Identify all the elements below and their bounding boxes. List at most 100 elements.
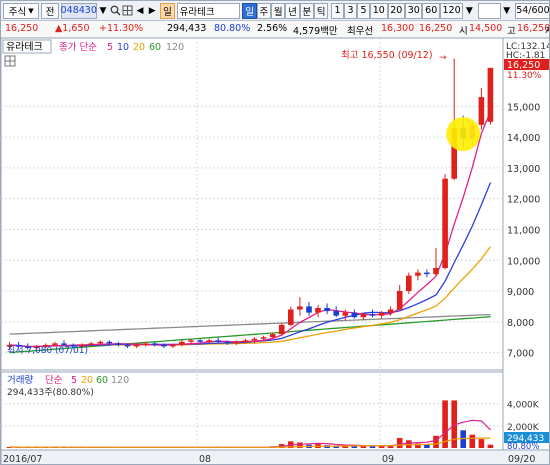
highlight-circle <box>446 117 481 151</box>
tab-period-year[interactable]: 년 <box>285 2 300 19</box>
tab-period-week-label: 주 <box>259 6 269 18</box>
y-axis-label: 11,000 <box>507 225 540 236</box>
candle-body <box>433 268 439 275</box>
tab-period-month[interactable]: 월 <box>271 2 286 19</box>
open-value: 14,500 <box>469 23 503 34</box>
volume-bar <box>469 434 476 448</box>
candle-body <box>378 312 385 316</box>
period-mode-button[interactable]: 일 <box>160 2 175 19</box>
chevron-down-icon: ▼ <box>28 6 34 15</box>
dropdown-icon[interactable]: ▼ <box>463 4 475 17</box>
interval-60-button[interactable]: 60 <box>422 2 440 19</box>
interval-30-label: 30 <box>407 5 420 16</box>
grid-icon[interactable] <box>121 4 133 17</box>
ma-legend-20: 20 <box>133 42 145 53</box>
tab-period-minute-label: 분 <box>302 6 312 18</box>
settings-icon[interactable]: ▼ <box>501 4 513 17</box>
chart-area[interactable]: 15,000 14,000 13,000 12,000 11,000 10,000 9,00… <box>1 37 550 465</box>
y-axis-label: 10,000 <box>507 256 540 267</box>
y-axis-label: 13,000 <box>507 164 540 175</box>
volume-text: 294,433주(80.80%) <box>7 387 94 398</box>
interval-20-button[interactable]: 20 <box>387 2 406 19</box>
candle-body <box>297 306 303 310</box>
y-axis-label: 12,000 <box>507 195 540 206</box>
candle-body <box>478 97 485 125</box>
stock-code-input[interactable]: 048430 <box>60 2 97 19</box>
interval-30-button[interactable]: 30 <box>405 2 423 19</box>
candle-body <box>170 344 176 347</box>
search-icon[interactable] <box>109 4 121 17</box>
y-axis-label: 8,000 <box>507 318 534 329</box>
x-axis-label-end: 09/20 <box>508 454 535 465</box>
tab-period-week[interactable]: 주 <box>256 2 272 19</box>
candle-body <box>61 343 67 345</box>
tab-period-month-label: 월 <box>273 6 283 18</box>
tab-period-day[interactable]: 일 <box>242 2 257 19</box>
chart-svg[interactable]: 15,000 14,000 13,000 12,000 11,000 10,000 9,00… <box>1 37 550 465</box>
interval-5-button[interactable]: 5 <box>357 2 371 19</box>
candle-body <box>487 67 494 122</box>
interval-1-button[interactable]: 1 <box>331 2 345 19</box>
candle-body <box>179 341 185 345</box>
current-volume-pct-tag: 80.80% <box>507 442 539 452</box>
stock-name-value: 유라테크 <box>179 6 215 18</box>
price-panel-title: 유라테크 <box>6 41 43 53</box>
open-label: 시 <box>459 26 468 37</box>
tab-period-tick[interactable]: 틱 <box>313 2 329 19</box>
interval-10-button[interactable]: 10 <box>370 2 388 19</box>
y-axis-label: 14,000 <box>507 133 540 144</box>
current-price-tag: 16,250 <box>507 60 540 71</box>
candle-body <box>215 340 221 342</box>
candle-body <box>342 312 349 316</box>
interval-20-label: 20 <box>390 5 403 16</box>
turnover-pct: 2.56% <box>257 23 288 34</box>
candle-body <box>324 308 330 312</box>
market-select[interactable]: 주식 ▼ <box>3 2 40 19</box>
price-change: ▲1,650 <box>55 23 90 34</box>
candle-body <box>224 341 231 344</box>
candle-body <box>251 338 258 341</box>
arrow-left-icon[interactable]: ◀ <box>134 4 146 17</box>
period-mode-label: 일 <box>163 6 172 18</box>
price-change-pct: +11.30% <box>99 23 144 34</box>
stock-name-field[interactable]: 유라테크 <box>176 2 240 19</box>
x-axis-frame <box>1 449 549 464</box>
candle-body <box>415 272 421 276</box>
volume-ma-legend-120: 120 <box>111 375 129 386</box>
candle-body <box>97 341 104 344</box>
interval-120-button[interactable]: 120 <box>439 2 464 19</box>
candle-body <box>442 178 448 268</box>
y-axis-label: 9,000 <box>507 287 534 298</box>
candle-body <box>88 343 94 345</box>
interval-3-label: 3 <box>347 5 354 16</box>
candle-body <box>197 340 203 342</box>
candle-body <box>52 343 58 345</box>
interval-10-label: 10 <box>372 5 385 16</box>
interval-custom-input[interactable] <box>477 2 501 19</box>
interval-3-button[interactable]: 3 <box>344 2 358 19</box>
dropdown-icon[interactable]: ▼ <box>97 4 109 17</box>
best-ask: 16,300 <box>381 23 415 34</box>
volume-bar <box>369 446 376 448</box>
candle-body <box>142 343 149 345</box>
candle-body <box>360 314 367 318</box>
candle-body <box>406 275 412 291</box>
volume-bar <box>433 435 439 448</box>
volume-ratio: 80.80% <box>214 23 251 34</box>
search-mode-button[interactable]: 전 <box>41 2 59 19</box>
candle-body <box>115 343 122 345</box>
price-panel-frame <box>1 37 504 371</box>
interval-1-label: 1 <box>334 5 341 16</box>
volume-ma-legend-20: 20 <box>81 375 93 386</box>
high-label: 고 <box>507 26 516 37</box>
arrow-right-icon[interactable]: ▶ <box>146 4 158 17</box>
tab-period-minute[interactable]: 분 <box>299 2 314 19</box>
low-annotation: 최저 7,080 (07/01) <box>7 345 88 356</box>
candle-body <box>369 314 376 316</box>
candle-body <box>133 344 140 347</box>
volume-axis-label: 4,000K <box>507 401 540 411</box>
ma-legend-60: 60 <box>149 42 161 53</box>
stock-code-value: 048430 <box>60 5 97 16</box>
volume-ma-legend-5: 5 <box>71 375 77 386</box>
volume-ma-legend-label: 단순 <box>45 375 63 386</box>
